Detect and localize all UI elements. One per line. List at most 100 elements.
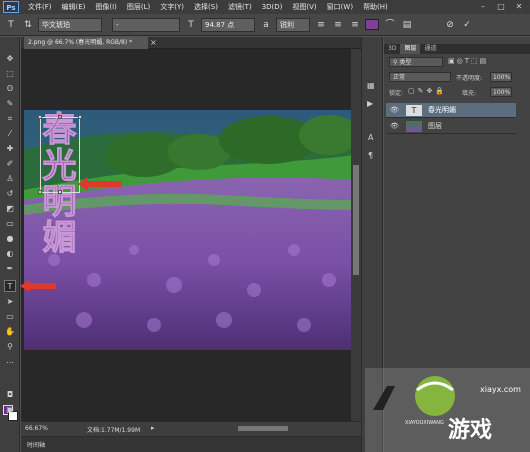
move-tool-icon[interactable]: ✥ (4, 53, 16, 65)
timeline-panel: 时间轴 (21, 436, 361, 452)
blend-mode-select[interactable]: 正常 (389, 72, 451, 82)
eyedropper-tool-icon[interactable]: ⁄ (4, 128, 16, 140)
gradient-tool-icon[interactable]: ▭ (4, 218, 16, 230)
cancel-icon[interactable]: ⊘ (443, 18, 457, 32)
tab-channels[interactable]: 通道 (420, 44, 440, 54)
lasso-tool-icon[interactable]: ʘ (4, 83, 16, 95)
transform-handle[interactable] (58, 115, 62, 119)
text-orientation-icon[interactable]: ⇅ (21, 18, 35, 32)
annotation-arrow-icon (78, 177, 122, 191)
watermark-small-text: XIAYOUXIWANG (405, 420, 444, 426)
vertical-scroll-thumb[interactable] (353, 165, 359, 275)
lock-icons[interactable]: ▢✎✥🔒 (408, 87, 447, 95)
document-tab[interactable]: 2.png @ 66.7% (春光明媚, RGB/8) * (24, 37, 148, 49)
anti-alias-icon: a (263, 19, 269, 30)
layer-row[interactable]: 👁 T 春光明媚 (386, 103, 516, 118)
filter-label: 类型 (399, 59, 412, 66)
history-brush-icon[interactable]: ↺ (4, 188, 16, 200)
text-tool-preset-icon[interactable]: T (4, 18, 18, 32)
type-tool-icon[interactable]: T (4, 280, 16, 292)
paragraph-panel-icon[interactable]: ¶ (368, 151, 373, 160)
rectangle-tool-icon[interactable]: ▭ (4, 311, 16, 323)
visibility-eye-icon[interactable]: 👁 (390, 119, 399, 134)
menu-image[interactable]: 图像(I) (90, 0, 122, 14)
commit-icon[interactable]: ✓ (460, 18, 474, 32)
brush-tool-icon[interactable]: ✐ (4, 158, 16, 170)
quick-select-tool-icon[interactable]: ✎ (4, 98, 16, 110)
lock-label: 锁定: (389, 90, 404, 97)
pen-tool-icon[interactable]: ✒ (4, 263, 16, 275)
eraser-tool-icon[interactable]: ◩ (4, 203, 16, 215)
transform-handle[interactable] (58, 190, 62, 194)
actions-panel-icon[interactable]: ▶ (367, 99, 373, 108)
menu-3d[interactable]: 3D(D) (257, 0, 288, 14)
status-menu-arrow-icon[interactable]: ▸ (151, 424, 155, 432)
quick-mask-icon[interactable]: ◘ (4, 389, 16, 401)
menu-view[interactable]: 视图(V) (287, 0, 321, 14)
crop-tool-icon[interactable]: ⌗ (4, 113, 16, 125)
annotation-arrow-icon (20, 280, 56, 292)
zoom-tool-icon[interactable]: ⚲ (4, 341, 16, 353)
screen-mode-icon[interactable]: ▣ (4, 404, 16, 416)
transform-bounding-box[interactable] (40, 117, 80, 193)
tools-panel: ✥ ⬚ ʘ ✎ ⌗ ⁄ ✚ ✐ ♙ ↺ ◩ ▭ ● ◐ ✒ T ➤ ▭ ✋ ⚲ … (0, 37, 20, 452)
anti-alias-select[interactable]: 锐利 (276, 17, 310, 32)
character-panel-icon[interactable]: A (368, 133, 373, 142)
status-bar: 66.67% 文档:1.77M/1.99M ▸ (21, 421, 361, 436)
dodge-tool-icon[interactable]: ◐ (4, 248, 16, 260)
document-size[interactable]: 文档:1.77M/1.99M (87, 425, 140, 434)
tab-layers[interactable]: 图层 (400, 44, 421, 54)
text-color-swatch[interactable] (365, 19, 379, 30)
menu-filter[interactable]: 滤镜(T) (223, 0, 257, 14)
align-right-icon[interactable]: ≡ (348, 18, 362, 32)
font-size-icon: T (188, 19, 194, 30)
horizontal-scroll-thumb[interactable] (238, 426, 288, 431)
transform-handle[interactable] (38, 190, 42, 194)
opacity-field[interactable]: 100% (490, 72, 512, 82)
menu-file[interactable]: 文件(F) (23, 0, 57, 14)
visibility-eye-icon[interactable]: 👁 (390, 103, 399, 118)
photoshop-logo: Ps (3, 1, 19, 13)
menu-layer[interactable]: 图层(L) (122, 0, 155, 14)
hand-tool-icon[interactable]: ✋ (4, 326, 16, 338)
warp-text-icon[interactable]: ⌒ (383, 18, 397, 32)
layer-name[interactable]: 图层 (428, 119, 442, 134)
tab-3d[interactable]: 3D (384, 44, 400, 54)
character-panel-icon[interactable]: ▤ (400, 18, 414, 32)
font-size-field[interactable]: 94.87 点 (201, 17, 255, 32)
fill-field[interactable]: 100% (490, 87, 512, 97)
layer-row[interactable]: 👁 图层 (386, 119, 516, 134)
healing-brush-icon[interactable]: ✚ (4, 143, 16, 155)
tab-close-icon[interactable]: × (150, 38, 157, 47)
menu-help[interactable]: 帮助(H) (358, 0, 393, 14)
filter-icons[interactable]: ▣◎T⬚▤ (448, 57, 488, 65)
layer-name[interactable]: 春光明媚 (428, 103, 456, 118)
menu-edit[interactable]: 编辑(E) (57, 0, 91, 14)
align-left-icon[interactable]: ≡ (314, 18, 328, 32)
marquee-tool-icon[interactable]: ⬚ (4, 68, 16, 80)
layer-filter-select[interactable]: ⚲ 类型 (389, 57, 443, 67)
search-icon: ⚲ (393, 59, 398, 66)
timeline-tab[interactable]: 时间轴 (27, 440, 45, 449)
window-controls: – □ ✕ (476, 1, 526, 12)
clone-stamp-icon[interactable]: ♙ (4, 173, 16, 185)
transform-handle[interactable] (38, 115, 42, 119)
text-layer-thumbnail-icon: T (406, 105, 422, 116)
history-panel-icon[interactable]: ▦ (367, 81, 375, 90)
path-selection-icon[interactable]: ➤ (4, 296, 16, 308)
maximize-icon[interactable]: □ (494, 1, 508, 12)
fill-label: 填充: (462, 90, 477, 97)
menu-select[interactable]: 选择(S) (189, 0, 223, 14)
align-center-icon[interactable]: ≡ (331, 18, 345, 32)
menu-type[interactable]: 文字(Y) (155, 0, 189, 14)
blur-tool-icon[interactable]: ● (4, 233, 16, 245)
image-layer-thumbnail (406, 121, 422, 132)
menu-window[interactable]: 窗口(W) (322, 0, 358, 14)
zoom-level[interactable]: 66.67% (25, 425, 48, 432)
more-tools-icon[interactable]: … (4, 355, 16, 367)
minimize-icon[interactable]: – (476, 1, 490, 12)
font-family-select[interactable]: 华文琥珀 (38, 17, 102, 32)
close-icon[interactable]: ✕ (512, 1, 526, 12)
transform-handle[interactable] (78, 115, 82, 119)
font-style-select[interactable]: - (112, 17, 180, 32)
